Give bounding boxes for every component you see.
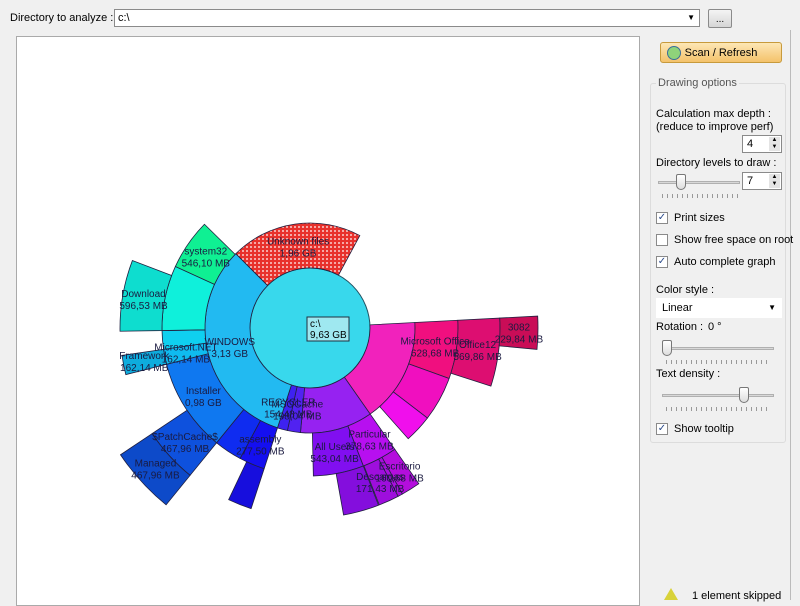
print-sizes-label: Print sizes: [674, 212, 725, 224]
segment-label: system32 546,10 MB: [182, 246, 231, 269]
spinner-arrows-icon[interactable]: ▲ ▼: [769, 137, 780, 151]
rotation-label: Rotation :: [656, 321, 704, 333]
rotation-slider-ticks: [666, 360, 770, 364]
segment-label: Download 596,53 MB: [119, 289, 168, 312]
auto-complete-checkbox[interactable]: ✓: [656, 256, 668, 268]
segment-label: assembly 277,50 MB: [236, 434, 285, 457]
print-sizes-checkbox[interactable]: ✓: [656, 212, 668, 224]
color-style-select[interactable]: Linear ▼: [656, 298, 782, 318]
warning-icon: [664, 588, 678, 600]
rotation-slider-thumb[interactable]: [662, 340, 672, 356]
segment-label: Framework 162,14 MB: [119, 351, 170, 374]
levels-spinner[interactable]: 7 ▲ ▼: [742, 172, 782, 190]
text-density-slider-track[interactable]: [662, 394, 774, 397]
calc-depth-spinner[interactable]: 4 ▲ ▼: [742, 135, 782, 153]
scan-refresh-label: Scan / Refresh: [684, 47, 758, 59]
spinner-arrows-icon[interactable]: ▲ ▼: [769, 174, 780, 188]
text-density-label: Text density :: [656, 368, 721, 380]
directory-segment[interactable]: [228, 461, 265, 510]
segment-label: Installer 0,98 GB: [185, 386, 222, 409]
sunburst-canvas[interactable]: Microsoft Office 628,68 MB Office12 569,86 …: [16, 36, 640, 606]
levels-label: Directory levels to draw :: [656, 157, 777, 169]
window-border: [790, 30, 800, 600]
rotation-value: 0 °: [708, 321, 722, 333]
segment-label: $PatchCache$ 467,96 MB: [152, 432, 218, 455]
drawing-options-title: Drawing options: [656, 77, 739, 89]
color-style-value: Linear: [662, 302, 693, 314]
text-density-slider-ticks: [666, 407, 770, 411]
show-tooltip-label: Show tooltip: [674, 423, 734, 435]
levels-slider-track[interactable]: [658, 181, 740, 184]
status-text: 1 element skipped: [692, 590, 782, 602]
show-free-space-checkbox[interactable]: [656, 234, 668, 246]
show-tooltip-checkbox[interactable]: ✓: [656, 423, 668, 435]
calc-depth-value: 4: [747, 138, 754, 150]
pie-chart-icon: [667, 46, 681, 60]
segment-label: Descargas 171,43 MB: [356, 472, 405, 495]
calc-depth-label: Calculation max depth :: [656, 108, 771, 120]
color-style-label: Color style :: [656, 284, 715, 296]
text-density-slider-thumb[interactable]: [738, 387, 749, 403]
show-free-space-label: Show free space on root: [674, 234, 794, 246]
auto-complete-label: Auto complete graph: [674, 256, 776, 268]
scan-refresh-button[interactable]: Scan / Refresh: [660, 42, 782, 63]
calc-depth-hint: (reduce to improve perf): [656, 121, 774, 133]
segment-label: RECYCLER 154,48 MB: [261, 398, 315, 421]
levels-value: 7: [747, 175, 754, 187]
segment-label: All Users 543,04 MB: [310, 442, 359, 465]
rotation-slider-track[interactable]: [662, 347, 774, 350]
levels-slider-thumb[interactable]: [676, 174, 686, 190]
chevron-down-icon[interactable]: ▼: [768, 303, 776, 312]
levels-slider-ticks: [662, 194, 738, 198]
segment-label: Managed 467,96 MB: [131, 459, 180, 482]
